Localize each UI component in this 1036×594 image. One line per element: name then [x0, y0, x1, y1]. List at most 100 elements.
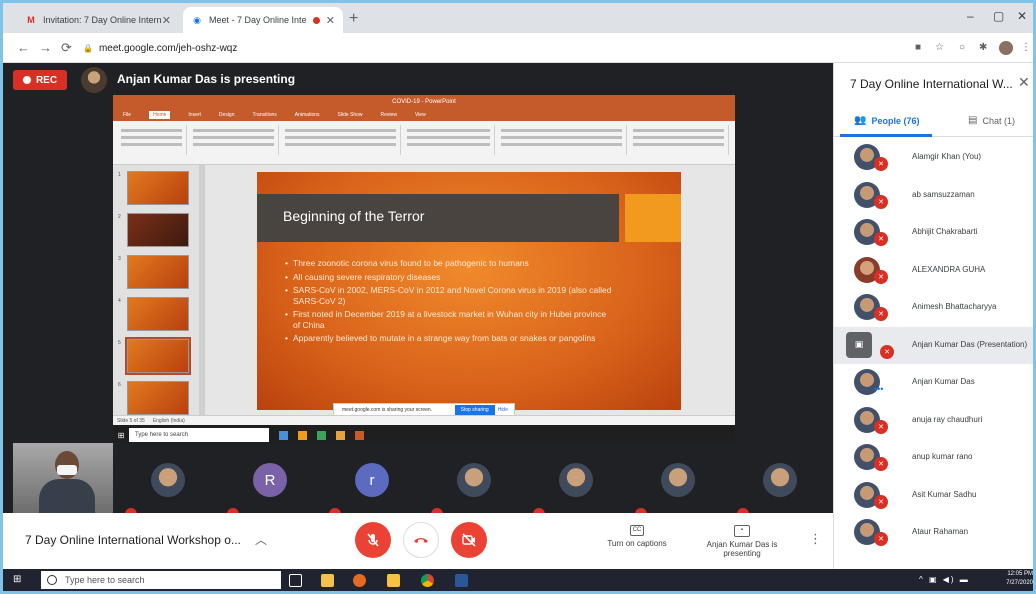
- cortana-ring-icon: [47, 575, 57, 585]
- list-item[interactable]: ✕ Animesh Bhattacharyya: [834, 289, 1033, 327]
- close-tab-icon[interactable]: ✕: [326, 14, 335, 27]
- self-video-tile[interactable]: [13, 443, 113, 513]
- file-explorer-icon[interactable]: [387, 574, 400, 587]
- participant-tile[interactable]: [559, 463, 593, 497]
- list-item[interactable]: ✕ Abhijit Chakrabarti: [834, 214, 1033, 252]
- mic-toggle-button[interactable]: [355, 522, 391, 558]
- list-item[interactable]: ✕ Ataur Rahaman: [834, 514, 1033, 552]
- meeting-name[interactable]: 7 Day Online International Workshop o...: [25, 533, 241, 547]
- close-panel-icon[interactable]: ✕: [1018, 74, 1030, 91]
- task-view-icon[interactable]: [289, 574, 302, 587]
- camera-icon[interactable]: ■: [915, 42, 921, 53]
- shared-windows-taskbar: ⊞ Type here to search: [113, 425, 735, 445]
- clock-date: 7/27/2020: [1006, 580, 1033, 586]
- extension-icon[interactable]: ○: [959, 42, 965, 53]
- more-options-icon[interactable]: ⋮: [809, 531, 822, 547]
- system-tray[interactable]: ^ ▣ ◀) ▬: [919, 575, 970, 584]
- menu-kebab-icon[interactable]: ⋮: [1021, 42, 1031, 53]
- slide-thumbnail: 3: [118, 255, 189, 289]
- camera-toggle-button[interactable]: [451, 522, 487, 558]
- list-item[interactable]: ✕ ab samsuzzaman: [834, 177, 1033, 215]
- participant-name: Anjan Kumar Das (Presentation): [912, 339, 1028, 349]
- slide-bullet: Apparently believed to mutate in a stran…: [285, 333, 615, 344]
- ribbon-group: [497, 125, 627, 155]
- presentation-button[interactable]: ▪ Anjan Kumar Das is presenting: [697, 525, 787, 558]
- profile-avatar[interactable]: [999, 41, 1013, 55]
- participant-tile[interactable]: r: [355, 463, 389, 497]
- powerpoint-taskbar-icon: [355, 430, 364, 440]
- slide-accent-block: [625, 194, 681, 242]
- list-item[interactable]: ✕ anuja ray chaudhuri: [834, 402, 1033, 440]
- slide-thumbnail-selected: 5: [118, 337, 191, 375]
- close-tab-icon[interactable]: ✕: [162, 14, 171, 27]
- participant-name: Abhijit Chakrabarti: [912, 227, 978, 236]
- reload-icon[interactable]: ⟳: [61, 40, 72, 56]
- shared-taskbar-search: Type here to search: [129, 428, 269, 442]
- bookmark-star-icon[interactable]: ☆: [935, 42, 944, 53]
- taskbar-search-box[interactable]: Type here to search: [41, 571, 281, 589]
- new-tab-button[interactable]: +: [349, 10, 358, 28]
- tab-people[interactable]: 👥 People (76): [854, 115, 919, 126]
- back-icon[interactable]: ←: [17, 40, 30, 55]
- minimize-icon[interactable]: –: [967, 9, 974, 23]
- active-tab-indicator: [840, 134, 932, 137]
- maximize-icon[interactable]: ▢: [993, 9, 1004, 23]
- captions-icon: CC: [630, 525, 644, 536]
- ribbon-group: [403, 125, 495, 155]
- slide-bullet: First noted in December 2019 at a livest…: [285, 309, 615, 330]
- list-item[interactable]: ✕ Alamgir Khan (You): [834, 139, 1033, 177]
- participant-tile[interactable]: R: [253, 463, 287, 497]
- participant-name: Asit Kumar Sadhu: [912, 489, 977, 499]
- firefox-icon[interactable]: [353, 574, 366, 587]
- microphone-icon[interactable]: 🎙: [257, 574, 270, 587]
- list-item[interactable]: ••• Anjan Kumar Das: [834, 364, 1033, 402]
- list-item[interactable]: ▣ ✕ Anjan Kumar Das (Presentation): [834, 326, 1033, 364]
- presenting-banner: Anjan Kumar Das is presenting: [117, 72, 296, 86]
- slide-count-text: Slide 5 of 35: [117, 417, 145, 424]
- participant-tile[interactable]: [661, 463, 695, 497]
- people-list: ✕ Alamgir Khan (You) ✕ ab samsuzzaman ✕ Abh…: [834, 139, 1033, 552]
- record-dot-icon: [22, 76, 31, 84]
- tab-title: Invitation: 7 Day Online Internati: [43, 15, 162, 25]
- recording-badge: REC: [13, 70, 67, 90]
- chrome-icon[interactable]: [421, 574, 434, 587]
- participant-tile[interactable]: [151, 463, 185, 497]
- chevron-up-icon[interactable]: ︿: [255, 531, 267, 548]
- close-window-icon[interactable]: ✕: [1017, 9, 1027, 23]
- ppt-tab: Animations: [294, 112, 320, 118]
- gmail-icon: M: [27, 15, 35, 25]
- list-item[interactable]: ✕ ALEXANDRA GUHA: [834, 252, 1033, 290]
- forward-icon[interactable]: →: [39, 40, 52, 55]
- slide-bullet: All causing severe respiratory diseases: [285, 272, 615, 283]
- tab-meet[interactable]: ◉ Meet - 7 Day Online Internat ✕: [183, 7, 343, 33]
- powerpoint-status-bar: Slide 5 of 35 English (India): [113, 415, 735, 425]
- store-icon[interactable]: [321, 574, 334, 587]
- participant-name: anuja ray chaudhuri: [912, 414, 983, 424]
- slide-thumbnail: 6: [118, 381, 189, 415]
- windows-start-icon[interactable]: ⊞: [13, 574, 21, 585]
- tab-gmail-invitation[interactable]: M Invitation: 7 Day Online Internati ✕: [17, 7, 179, 33]
- windows-start-icon: ⊞: [117, 430, 125, 440]
- ribbon-group: [281, 125, 401, 155]
- panel-tabs: 👥 People (76) ▤ Chat (1): [834, 105, 1033, 137]
- turn-on-captions-button[interactable]: CC Turn on captions: [597, 525, 677, 548]
- participant-tile[interactable]: [457, 463, 491, 497]
- leave-call-button[interactable]: [403, 522, 439, 558]
- participant-name: Animesh Bhattacharyya: [912, 302, 997, 311]
- panel-title: 7 Day Online International W...: [850, 77, 1013, 91]
- address-bar[interactable]: 🔒 meet.google.com/jeh-oshz-wqz: [83, 38, 903, 58]
- tab-label: People (76): [871, 115, 920, 126]
- mic-off-icon: ✕: [874, 494, 888, 509]
- taskbar-app-icon: [336, 430, 345, 440]
- word-icon[interactable]: [455, 574, 468, 587]
- ribbon-group: [117, 125, 187, 155]
- list-item[interactable]: ✕ Asit Kumar Sadhu: [834, 477, 1033, 515]
- puzzle-icon[interactable]: ✱: [979, 42, 987, 53]
- participant-tile[interactable]: [763, 463, 797, 497]
- participant-name: Anjan Kumar Das: [912, 377, 975, 386]
- list-item[interactable]: ✕ anup kumar rano: [834, 439, 1033, 477]
- taskbar-clock[interactable]: 12:05 PM 7/27/2020: [999, 570, 1033, 588]
- browser-tab-strip: M Invitation: 7 Day Online Internati ✕ ◉…: [3, 3, 1033, 33]
- slide-thumbnail: 1: [118, 171, 189, 205]
- tab-chat[interactable]: ▤ Chat (1): [968, 115, 1015, 126]
